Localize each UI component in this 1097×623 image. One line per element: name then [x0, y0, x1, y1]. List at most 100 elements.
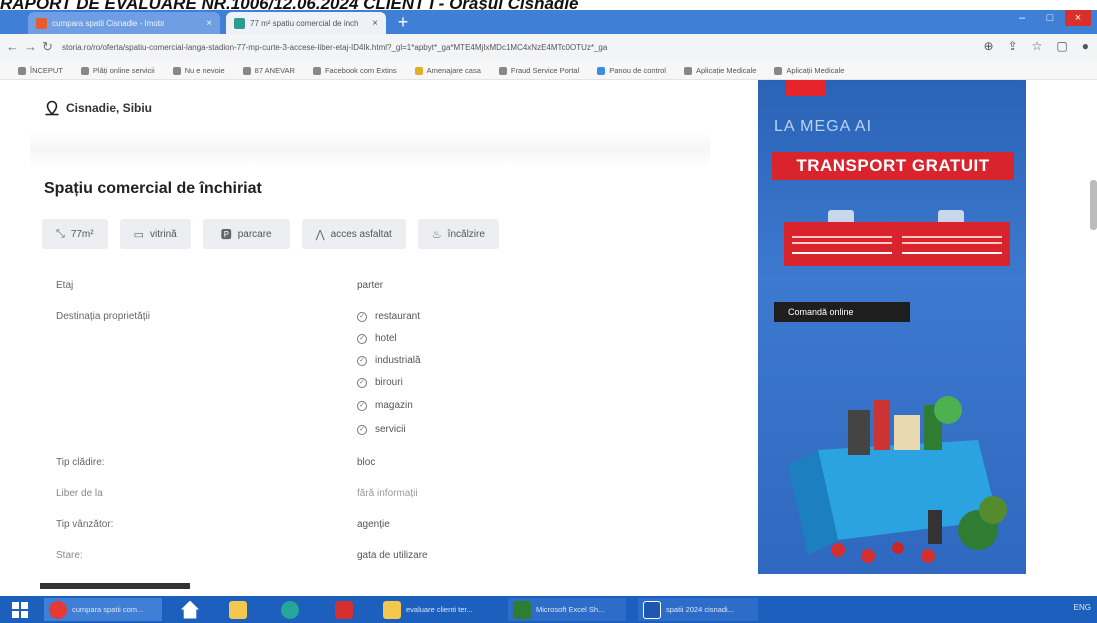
- bookmark-item[interactable]: Plăți online servicii: [80, 66, 155, 75]
- bookmark-item[interactable]: Panou de control: [597, 66, 666, 75]
- bookmark-item[interactable]: ÎNCEPUT: [18, 66, 63, 75]
- available-from-value: fără informații: [357, 488, 418, 499]
- road-icon: ⋀: [315, 228, 325, 241]
- check-circle-icon: ✓: [357, 333, 367, 344]
- heating-icon: ♨: [431, 228, 442, 241]
- tab-label: cumpara spatii Cisnadie - Imobi: [52, 18, 165, 28]
- browser-tab-bar: cumpara spatii Cisnadie - Imobi × 77 m² …: [0, 10, 1097, 34]
- chrome-icon: [49, 600, 67, 619]
- destination-item: ✓ hotel: [357, 333, 397, 344]
- tab-label: 77 m² spatiu comercial de inch: [250, 18, 359, 28]
- pdf-icon: [335, 600, 353, 619]
- bookmark-icon: [172, 66, 181, 75]
- chip-shopwindow: ▭ vitrină: [119, 219, 191, 249]
- close-window-button[interactable]: ×: [1065, 10, 1091, 26]
- feature-chips: ⤡ 77m² ▭ vitrină 🅿parcare ⋀ acces asfaltat …: [42, 219, 499, 249]
- zoom-icon[interactable]: ⊕: [984, 39, 994, 53]
- advertisement-banner[interactable]: LA MEGA AI TRANSPORT GRATUIT Comandă onl…: [758, 80, 1026, 574]
- bookmark-icon: [242, 66, 251, 75]
- taskbar-chrome[interactable]: cumpara spatii com...: [44, 598, 162, 621]
- bookmark-icon: [414, 66, 423, 75]
- reload-icon[interactable]: ↻: [42, 39, 53, 55]
- chip-heating: ♨ încălzire: [417, 219, 499, 249]
- start-button[interactable]: [6, 598, 38, 621]
- check-circle-icon: ✓: [357, 311, 367, 322]
- sidebar-icon[interactable]: ▢: [1056, 39, 1067, 53]
- url-field[interactable]: storia.ro/ro/oferta/spatiu-comercial-lan…: [62, 39, 942, 57]
- bookmark-icon: [312, 66, 321, 75]
- chip-area: ⤡ 77m²: [42, 219, 108, 249]
- section-divider: [30, 132, 710, 168]
- destination-item: ✓ restaurant: [357, 311, 420, 322]
- taskbar-explorer[interactable]: [224, 598, 254, 621]
- listing-location: Cisnadie, Sibiu: [44, 100, 152, 116]
- bookmark-item[interactable]: 87 ANEVAR: [242, 66, 295, 75]
- check-circle-icon: ✓: [357, 377, 367, 388]
- folder-icon: [229, 600, 247, 619]
- bookmark-icon: [597, 66, 606, 75]
- address-bar-row: ← → ↻ storia.ro/ro/oferta/spatiu-comerci…: [0, 34, 1097, 63]
- ad-headline: LA MEGA AI: [774, 118, 873, 135]
- bookmark-item[interactable]: Fraud Service Portal: [498, 66, 579, 75]
- chip-parking: 🅿parcare: [202, 219, 290, 249]
- destination-label: Destinația proprietății: [56, 311, 150, 322]
- destination-item: ✓ servicii: [357, 424, 406, 435]
- close-tab-icon[interactable]: ×: [206, 18, 212, 29]
- taskbar-edge[interactable]: [276, 598, 310, 621]
- forward-icon[interactable]: →: [24, 39, 37, 54]
- browser-tab-1[interactable]: cumpara spatii Cisnadie - Imobi ×: [28, 12, 220, 34]
- bookmark-item[interactable]: Amenajare casa: [414, 66, 481, 75]
- system-tray: ENG: [1074, 603, 1091, 612]
- ad-subheadline: TRANSPORT GRATUIT: [772, 152, 1014, 180]
- chip-paved-access: ⋀ acces asfaltat: [301, 219, 406, 249]
- bookmarks-bar: ÎNCEPUT Plăți online servicii Nu e nevoi…: [0, 62, 1097, 80]
- excel-icon: [513, 600, 531, 619]
- close-tab-icon[interactable]: ×: [372, 18, 378, 29]
- bookmark-icon: [80, 66, 89, 75]
- taskbar-home[interactable]: [176, 598, 206, 621]
- folder-icon: [383, 600, 401, 619]
- location-text: Cisnadie, Sibiu: [66, 101, 153, 115]
- page-scrollbar[interactable]: [1090, 180, 1097, 230]
- bookmark-item[interactable]: Facebook com Extins: [312, 66, 397, 75]
- language-indicator[interactable]: ENG: [1074, 603, 1091, 612]
- home-icon: [181, 600, 199, 619]
- destination-item: ✓ industrială: [357, 355, 421, 366]
- windows-taskbar: cumpara spatii com... evaluare clienti t…: [0, 596, 1097, 623]
- floor-value: parter: [357, 280, 384, 291]
- check-circle-icon: ✓: [357, 424, 367, 435]
- new-tab-button[interactable]: +: [394, 13, 412, 32]
- taskbar-pdf[interactable]: [330, 598, 360, 621]
- browser-tab-2[interactable]: 77 m² spatiu comercial de inch ×: [226, 12, 386, 34]
- bookmark-icon: [498, 66, 507, 75]
- bookmark-item[interactable]: Nu e nevoie: [172, 66, 225, 75]
- taskbar-folder[interactable]: evaluare clienti ter...: [378, 598, 496, 621]
- taskbar-word[interactable]: spatii 2024 cisnadi...: [638, 598, 758, 621]
- check-circle-icon: ✓: [357, 355, 367, 366]
- share-icon[interactable]: ⇪: [1008, 39, 1018, 53]
- coupon-graphic: [784, 210, 900, 266]
- taskbar-excel[interactable]: Microsoft Excel Sh...: [508, 598, 626, 621]
- destination-item: ✓ magazin: [357, 400, 413, 411]
- bookmark-item[interactable]: Aplicație Medicale: [683, 66, 756, 75]
- brand-logo: [786, 80, 826, 96]
- back-icon[interactable]: ←: [6, 39, 19, 54]
- building-type-label: Tip clădire:: [56, 457, 105, 468]
- order-online-button[interactable]: Comandă online: [774, 302, 910, 322]
- minimize-button[interactable]: –: [1009, 10, 1035, 26]
- destination-item: ✓ birouri: [357, 377, 403, 388]
- bookmark-icon: [683, 66, 692, 75]
- windows-logo-icon: [12, 601, 28, 618]
- area-icon: ⤡: [56, 227, 65, 240]
- seller-type-label: Tip vânzător:: [56, 519, 114, 530]
- seller-type-value: agenție: [357, 519, 390, 530]
- bookmark-icon: [18, 66, 26, 75]
- maximize-button[interactable]: □: [1037, 10, 1063, 26]
- profile-avatar[interactable]: ●: [1082, 39, 1089, 53]
- floor-label: Etaj: [56, 280, 74, 291]
- bookmark-item[interactable]: Aplicații Medicale: [774, 66, 844, 75]
- window-controls: – □ ×: [1009, 10, 1091, 30]
- grocery-crate-image: [788, 396, 1007, 563]
- star-icon[interactable]: ☆: [1032, 39, 1043, 53]
- map-pin-icon: [45, 100, 59, 116]
